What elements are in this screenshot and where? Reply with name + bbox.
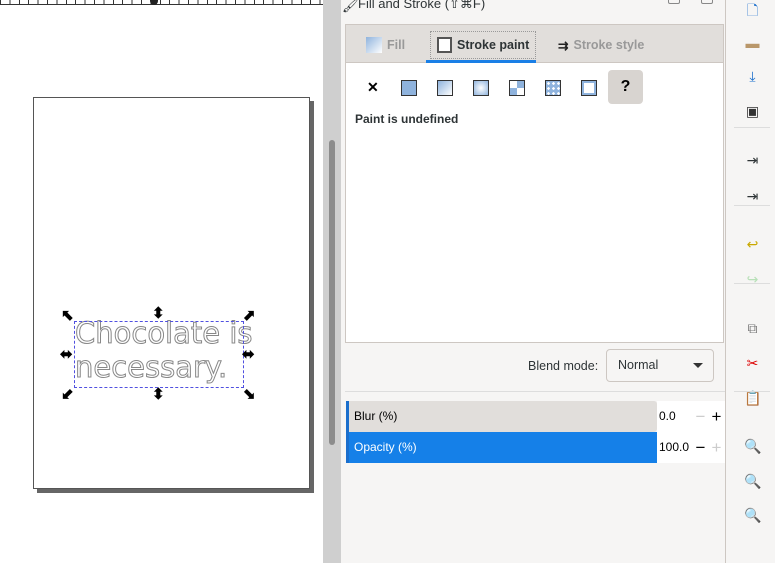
tab-fill[interactable]: Fill — [366, 31, 405, 59]
stroke-style-icon: ⇉ — [558, 38, 569, 53]
scale-handle-n[interactable]: ⬍ — [152, 306, 165, 321]
scrollbar-thumb[interactable] — [329, 140, 335, 445]
no-paint-button[interactable]: ✕ — [367, 79, 379, 96]
opacity-value[interactable]: 100.0 — [659, 432, 689, 463]
paint-status: Paint is undefined — [355, 112, 459, 126]
scale-handle-ne[interactable]: ⬈ — [243, 308, 256, 323]
blur-slider[interactable]: Blur (%) — [346, 401, 657, 432]
scale-handle-sw[interactable]: ⬋ — [61, 387, 74, 402]
open-icon[interactable]: ▬ — [744, 35, 761, 52]
separator — [734, 391, 770, 392]
undo-icon[interactable]: ↩ — [744, 236, 761, 253]
blend-mode-label: Blend mode: — [528, 359, 599, 373]
separator — [734, 283, 770, 284]
commands-toolbar: 🗋 ▬ ⤓ ▣ ⇥ ⇥ ↩ ↪ ⧉ ✂ 📋 🔍 🔍 🔍 — [725, 0, 775, 563]
blend-mode-select[interactable]: Normal — [606, 349, 714, 382]
active-tab-indicator — [426, 60, 536, 63]
increment-icon[interactable]: + — [708, 401, 725, 432]
import-file-icon[interactable]: ⇥ — [744, 152, 761, 169]
opacity-label: Opacity (%) — [354, 440, 417, 454]
save-icon[interactable]: ▣ — [744, 103, 761, 120]
blur-label: Blur (%) — [354, 409, 398, 423]
stroke-paint-icon — [437, 37, 452, 53]
swatch-button[interactable] — [545, 80, 561, 96]
zoom-selection-icon[interactable]: 🔍 — [744, 438, 761, 455]
zoom-drawing-icon[interactable]: 🔍 — [744, 473, 761, 490]
canvas[interactable]: Chocolate is necessary. ⬉ ⬍ ⬈ ⬌ ⬌ ⬋ ⬍ ⬊ — [0, 0, 323, 563]
scale-handle-nw[interactable]: ⬉ — [61, 308, 74, 323]
fill-stroke-panel: Fill Stroke paint ⇉ Stroke style — [345, 24, 724, 343]
close-dialog-icon[interactable] — [701, 0, 713, 4]
dropdown-arrow-icon — [693, 363, 703, 368]
tab-label: Stroke style — [573, 38, 645, 52]
flat-color-button[interactable] — [401, 80, 417, 96]
tab-stroke-paint[interactable]: Stroke paint — [430, 31, 537, 59]
zoom-page-icon[interactable]: 🔍 — [744, 507, 761, 524]
paint-undefined-button[interactable]: ? — [608, 70, 643, 104]
unset-paint-button[interactable] — [581, 80, 597, 96]
selection-box — [74, 321, 244, 388]
horizontal-ruler[interactable] — [0, 0, 323, 5]
fill-icon — [366, 37, 382, 53]
opacity-slider[interactable]: Opacity (%) — [346, 432, 657, 463]
divider — [345, 391, 725, 392]
document-page — [33, 97, 310, 489]
tab-label: Stroke paint — [457, 38, 530, 52]
decrement-icon[interactable]: − — [692, 401, 709, 432]
redo-icon: ↪ — [746, 271, 759, 287]
import-icon[interactable]: ⤓ — [744, 68, 761, 85]
separator — [734, 127, 770, 128]
pattern-button[interactable] — [509, 80, 525, 96]
duplicate-icon[interactable]: ⧉ — [744, 320, 761, 337]
scale-handle-w[interactable]: ⬌ — [60, 347, 73, 362]
separator — [734, 205, 770, 206]
brush-icon: 🖌 — [342, 0, 359, 13]
radial-gradient-button[interactable] — [473, 80, 489, 96]
blend-mode-value: Normal — [618, 358, 659, 372]
scale-handle-s[interactable]: ⬍ — [152, 387, 165, 402]
tab-bar: Fill Stroke paint ⇉ Stroke style — [346, 25, 723, 63]
tab-label: Fill — [387, 38, 406, 52]
paste-icon[interactable]: 📋 — [744, 390, 761, 407]
dock-icon[interactable] — [668, 0, 680, 4]
scale-handle-e[interactable]: ⬌ — [242, 347, 255, 362]
scale-handle-se[interactable]: ⬊ — [243, 387, 256, 402]
blur-spin[interactable]: 0.0− + — [657, 401, 725, 432]
decrement-icon[interactable]: − — [692, 432, 709, 463]
opacity-spin[interactable]: 100.0− + — [657, 432, 725, 463]
dialog-title: Fill and Stroke (⇧⌘F) — [358, 0, 486, 11]
cut-icon[interactable]: ✂ — [744, 355, 761, 372]
blur-value[interactable]: 0.0 — [659, 401, 676, 432]
increment-icon[interactable]: + — [708, 432, 725, 463]
tab-stroke-style[interactable]: ⇉ Stroke style — [558, 31, 644, 59]
linear-gradient-button[interactable] — [437, 80, 453, 96]
new-document-icon[interactable]: 🗋 — [744, 2, 761, 19]
export-file-icon[interactable]: ⇥ — [744, 188, 761, 205]
